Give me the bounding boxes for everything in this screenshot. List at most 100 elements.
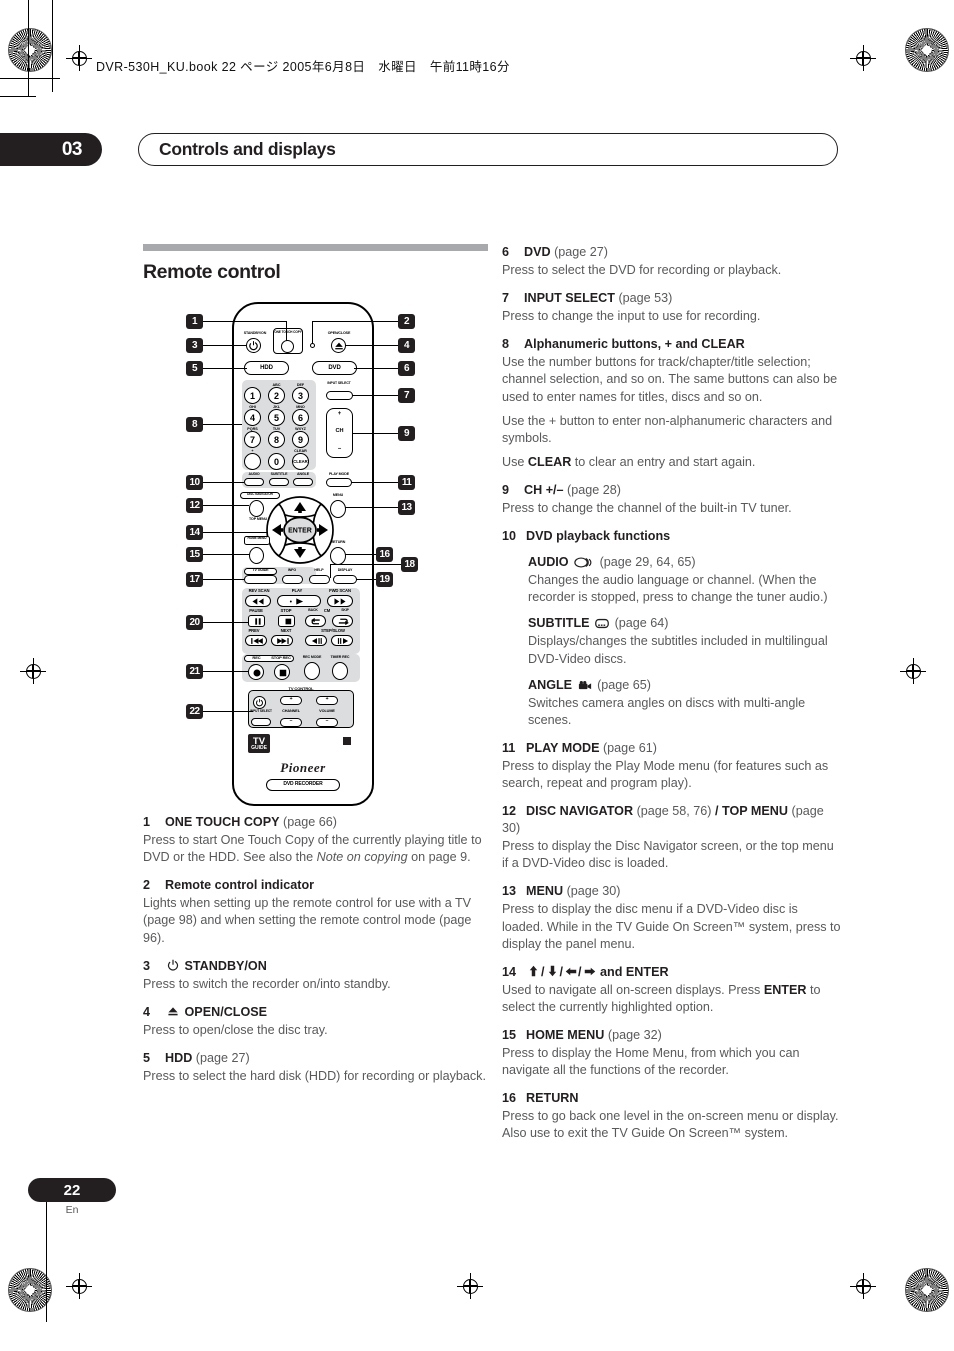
entry-15-body: Press to display the Home Menu, from whi… xyxy=(502,1046,800,1078)
remote-open-close-button[interactable] xyxy=(331,338,346,353)
remote-help-button[interactable] xyxy=(309,575,330,584)
list-item-9: 9 CH +/– (page 28) Press to change the ch… xyxy=(502,482,842,517)
remote-disc-navigator-button[interactable] xyxy=(249,500,264,517)
keypad-key-2[interactable]: 2 xyxy=(268,387,285,404)
entry-14-head: 14 / / / and ENTER xyxy=(502,964,842,981)
leader-5 xyxy=(203,368,247,370)
rewind-icon xyxy=(252,598,264,605)
entry-11-page: (page 61) xyxy=(602,740,657,755)
callout-4: 4 xyxy=(398,338,415,353)
entry-9-head: 9 CH +/– (page 28) xyxy=(502,482,842,499)
remote-input-select-button[interactable] xyxy=(326,391,353,400)
remote-label-help: HELP xyxy=(314,568,324,572)
remote-home-menu-button[interactable] xyxy=(249,547,264,564)
remote-audio-button[interactable] xyxy=(244,478,264,486)
entry-15-number: 15 xyxy=(502,1028,517,1042)
remote-one-touch-copy-button[interactable] xyxy=(281,340,294,353)
leader-13 xyxy=(345,507,398,509)
entry-8-body-2: Use the + button to enter non-alphanumer… xyxy=(502,413,833,445)
keypad-key-3[interactable]: 3 xyxy=(292,387,309,404)
leader-3 xyxy=(203,345,247,347)
remote-stop-button[interactable] xyxy=(278,615,295,627)
entry-7-number: 7 xyxy=(502,291,510,306)
remote-return-button[interactable] xyxy=(330,547,346,565)
remote-tv-input-select-button[interactable] xyxy=(251,718,271,726)
remote-display-button[interactable] xyxy=(333,575,357,584)
remote-next-button[interactable] xyxy=(271,635,293,646)
keypad-key-6[interactable]: 6 xyxy=(292,409,309,426)
keypad-key-1[interactable]: 1 xyxy=(244,387,261,404)
list-item-5: 5 HDD (page 27) Press to select the hard … xyxy=(143,1050,488,1085)
entry-14-number: 14 xyxy=(502,964,517,979)
entry-11-number: 11 xyxy=(502,740,516,755)
keypad-key-plus[interactable] xyxy=(244,453,261,470)
leader-18-drop xyxy=(330,564,332,578)
entry-10-term: DVD playback functions xyxy=(526,529,671,544)
remote-label-rec-mode: REC MODE xyxy=(302,655,322,659)
remote-rec-mode-button[interactable] xyxy=(304,662,320,680)
remote-dpad[interactable]: ENTER xyxy=(264,494,336,566)
remote-angle-button[interactable] xyxy=(293,478,313,486)
leader-20 xyxy=(203,622,248,624)
stop-icon xyxy=(285,618,291,625)
arrow-left-icon xyxy=(565,965,577,977)
keypad-key-8[interactable]: 8 xyxy=(268,431,285,448)
remote-standby-button[interactable] xyxy=(246,338,261,353)
remote-label-step-slow: STEP/SLOW xyxy=(321,628,345,633)
remote-prev-button[interactable] xyxy=(245,635,267,646)
entry-11-head: 11 PLAY MODE (page 61) xyxy=(502,740,842,757)
entry-14-term: and ENTER xyxy=(600,964,669,979)
tv-guide-logo: TV GUIDE xyxy=(248,734,270,753)
entry-14-slash-3: / xyxy=(578,964,582,979)
remote-stop-rec-button[interactable] xyxy=(274,664,290,680)
entry-13-term: MENU xyxy=(526,884,564,899)
brand-logo: Pioneer xyxy=(280,760,326,775)
remote-tv-guide-button[interactable] xyxy=(244,575,277,584)
keypad-key-5[interactable]: 5 xyxy=(268,409,285,426)
remote-step-reverse-button[interactable] xyxy=(305,635,327,646)
callout-14: 14 xyxy=(186,525,203,540)
list-item-2: 2 Remote control indicator Lights when se… xyxy=(143,877,488,946)
leader-6 xyxy=(354,368,398,370)
list-item-4: 4 OPEN/CLOSE Press to open/close the dis… xyxy=(143,1004,488,1039)
sub-item-subtitle: SUBTITLE (page 64) Displays/changes the … xyxy=(528,615,842,667)
remote-label-rev-scan: REV SCAN xyxy=(248,588,270,593)
keypad-key-9[interactable]: 9 xyxy=(292,431,309,448)
entry-1-number: 1 xyxy=(143,815,151,829)
leader-10 xyxy=(203,482,244,484)
remote-label-return: RETURN xyxy=(330,540,346,544)
remote-label-open-close: OPEN/CLOSE xyxy=(327,331,351,335)
keypad-key-7[interactable]: 7 xyxy=(244,431,261,448)
sub-item-audio: AUDIO (page 29, 64, 65) Changes the audi… xyxy=(528,554,842,606)
entry-9-term: CH +/– xyxy=(524,483,564,497)
callout-10: 10 xyxy=(186,475,203,490)
stop-record-icon xyxy=(279,669,286,676)
eject-icon xyxy=(167,1005,179,1016)
remote-rev-scan-button[interactable] xyxy=(245,595,271,607)
remote-info-button[interactable] xyxy=(282,575,303,584)
registration-cross-top-right xyxy=(850,45,876,71)
remote-play-button[interactable] xyxy=(277,595,321,607)
remote-pause-button[interactable] xyxy=(248,615,265,627)
remote-tv-power-button[interactable] xyxy=(253,696,266,709)
entry-15-head: 15 HOME MENU (page 32) xyxy=(502,1027,842,1044)
remote-fwd-scan-button[interactable] xyxy=(327,595,353,607)
entry-9-body: Press to change the channel of the built… xyxy=(502,501,792,515)
remote-cm-skip-button[interactable] xyxy=(332,615,353,627)
remote-cm-back-button[interactable] xyxy=(305,615,326,627)
keypad-key-4[interactable]: 4 xyxy=(244,409,261,426)
remote-subtitle-button[interactable] xyxy=(269,478,289,486)
remote-step-forward-button[interactable] xyxy=(331,635,353,646)
fast-forward-icon xyxy=(334,598,346,605)
arrow-right-icon xyxy=(584,965,595,977)
keypad-key-0[interactable]: 0 xyxy=(268,453,285,470)
keypad-key-clear[interactable]: CLEAR xyxy=(292,453,309,470)
entry-6-number: 6 xyxy=(502,245,510,259)
remote-rec-button[interactable] xyxy=(248,664,264,680)
remote-play-mode-button[interactable] xyxy=(326,478,352,487)
entry-5-number: 5 xyxy=(143,1050,151,1065)
entry-7-page: (page 53) xyxy=(618,291,673,306)
entry-16-term: RETURN xyxy=(526,1091,579,1106)
remote-label-subtitle: SUBTITLE xyxy=(270,472,288,476)
remote-timer-rec-button[interactable] xyxy=(332,662,348,680)
